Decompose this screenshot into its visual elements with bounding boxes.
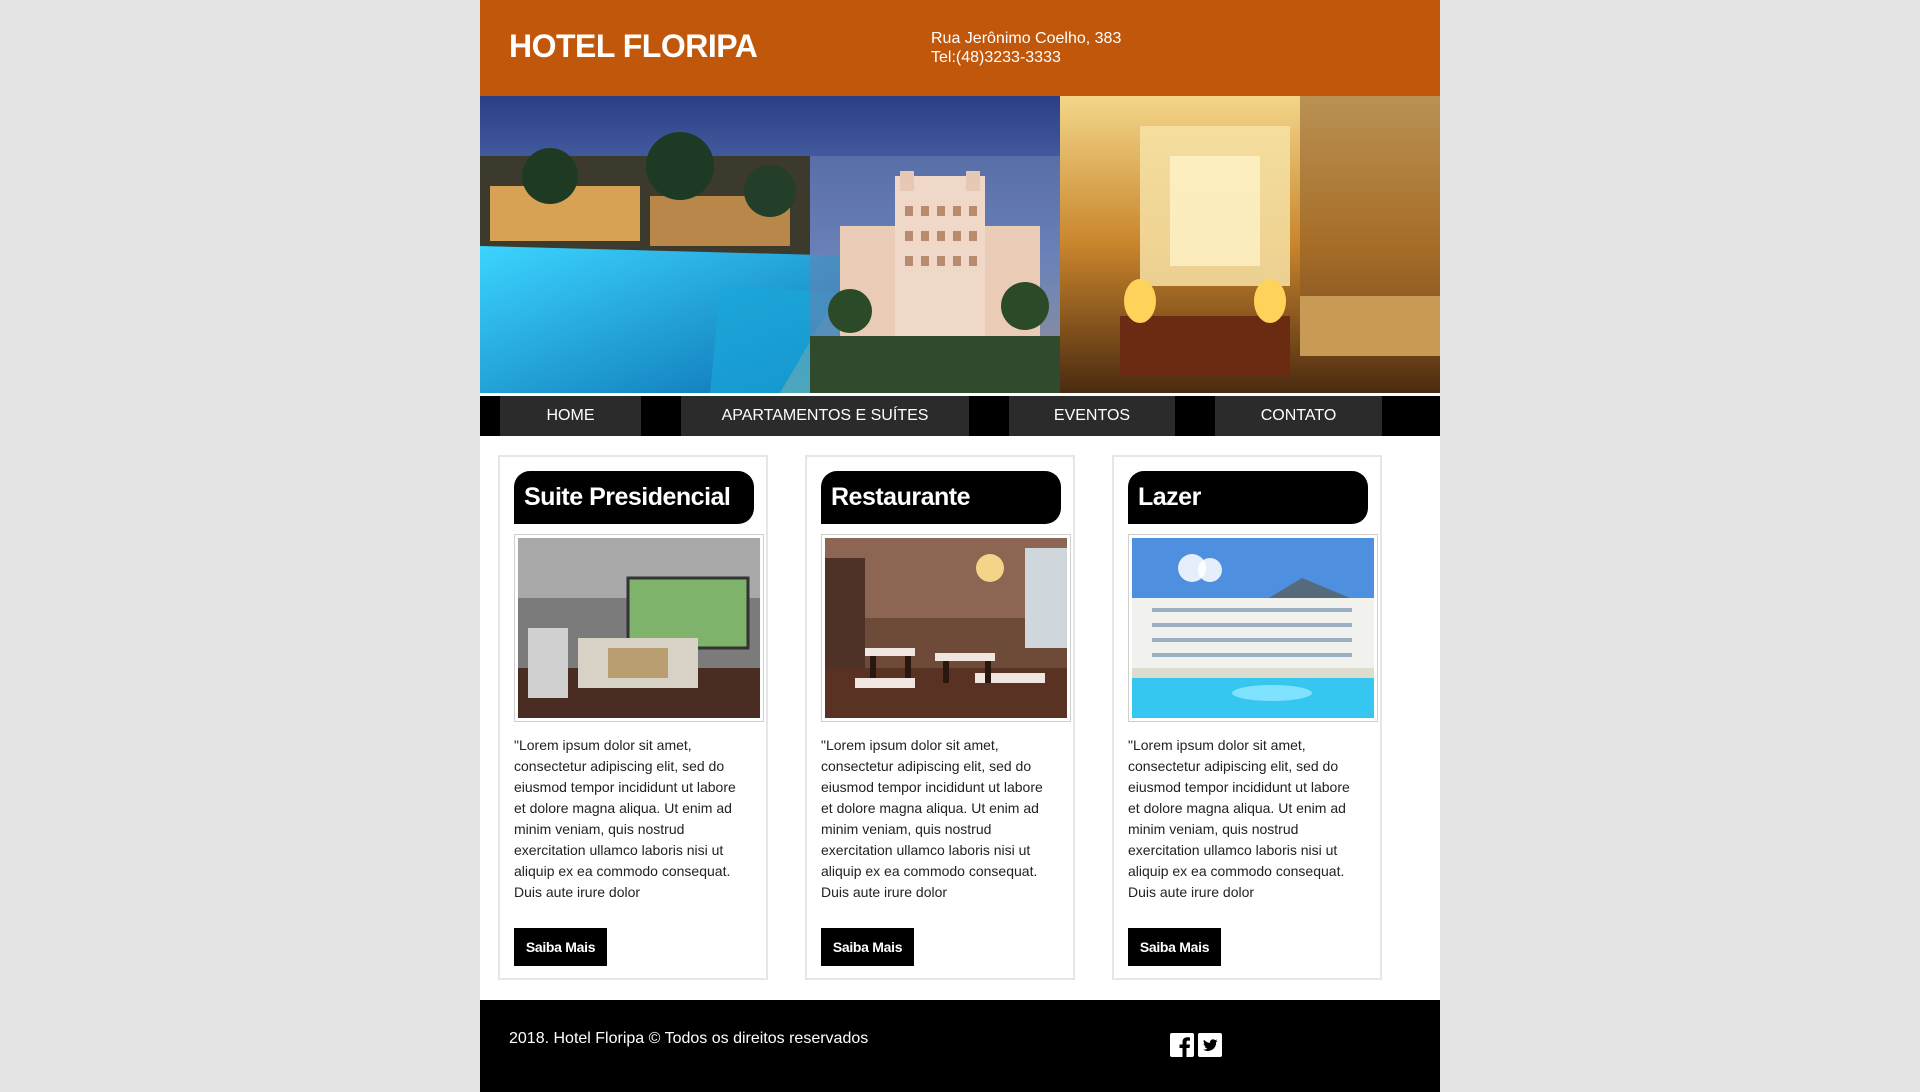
suite-photo [518, 538, 760, 718]
hero-image [480, 96, 1440, 393]
card-description: "Lorem ipsum dolor sit amet, consectetur… [514, 737, 736, 900]
card-title: Restaurante [821, 471, 1061, 524]
hero-banner [480, 96, 1440, 393]
card-title: Lazer [1128, 471, 1368, 524]
main-nav: HOME APARTAMENTOS E SUÍTES EVENTOS CONTA… [480, 396, 1440, 436]
saiba-mais-button[interactable]: Saiba Mais [514, 928, 607, 966]
site-header: HOTEL FLORIPA Rua Jerônimo Coelho, 383 T… [480, 0, 1440, 96]
card-restaurante: Restaurante "Lorem ipsum dolor sit amet,… [805, 455, 1075, 980]
pool-photo [1132, 538, 1374, 718]
site-footer: 2018. Hotel Floripa © Todos os direitos … [480, 1000, 1440, 1092]
card-image [514, 534, 764, 722]
site-logo-text[interactable]: HOTEL FLORIPA [509, 28, 758, 65]
nav-item-contato[interactable]: CONTATO [1215, 396, 1382, 436]
facebook-icon[interactable] [1170, 1033, 1194, 1057]
card-description: "Lorem ipsum dolor sit amet, consectetur… [821, 737, 1043, 900]
nav-item-home[interactable]: HOME [500, 396, 641, 436]
card-suite-presidencial: Suite Presidencial "Lorem ipsum dolor si… [498, 455, 768, 980]
saiba-mais-button[interactable]: Saiba Mais [821, 928, 914, 966]
saiba-mais-button[interactable]: Saiba Mais [1128, 928, 1221, 966]
contact-info: Rua Jerônimo Coelho, 383 Tel:(48)3233-33… [931, 29, 1121, 67]
page: HOTEL FLORIPA Rua Jerônimo Coelho, 383 T… [480, 0, 1440, 1092]
card-image [821, 534, 1071, 722]
address-line: Rua Jerônimo Coelho, 383 [931, 30, 1122, 47]
card-image [1128, 534, 1378, 722]
card-lazer: Lazer "Lorem ipsum dolor sit amet, conse… [1112, 455, 1382, 980]
nav-item-apartamentos[interactable]: APARTAMENTOS E SUÍTES [681, 396, 969, 436]
nav-item-eventos[interactable]: EVENTOS [1009, 396, 1175, 436]
copyright-text: 2018. Hotel Floripa © Todos os direitos … [509, 1030, 869, 1047]
card-title: Suite Presidencial [514, 471, 754, 524]
restaurant-photo [825, 538, 1067, 718]
twitter-icon[interactable] [1198, 1033, 1222, 1057]
phone-line: Tel:(48)3233-3333 [931, 49, 1061, 66]
card-description: "Lorem ipsum dolor sit amet, consectetur… [1128, 737, 1350, 900]
